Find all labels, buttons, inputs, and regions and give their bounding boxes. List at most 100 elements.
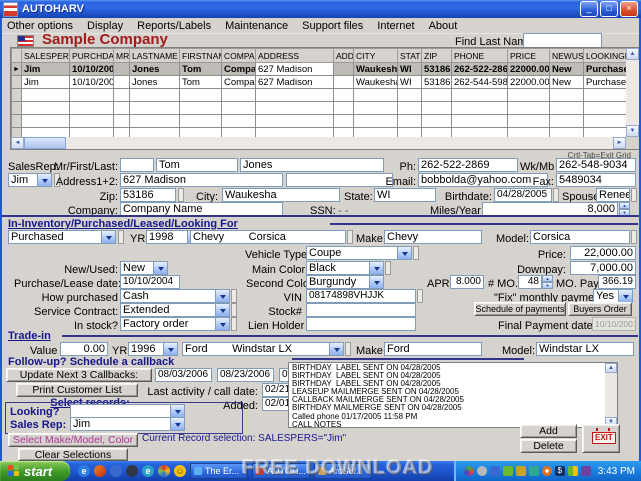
first-name-field[interactable]: Tom <box>156 158 238 172</box>
grid-cell[interactable] <box>180 89 222 102</box>
chevron-down-icon[interactable] <box>369 262 383 274</box>
field-handle[interactable] <box>385 261 391 275</box>
log-scrollbar[interactable]: ▲ ▼ <box>605 363 617 427</box>
chevron-down-icon[interactable] <box>329 343 343 355</box>
field-handle[interactable] <box>345 342 351 356</box>
field-handle[interactable] <box>118 230 124 244</box>
lien-holder-field[interactable] <box>306 317 416 331</box>
spouse-field[interactable]: Renee <box>596 188 630 202</box>
grid-cell[interactable]: WI <box>398 63 422 76</box>
grid-vscrollbar[interactable]: ▲ ▼ <box>626 48 639 137</box>
grid-cell[interactable]: Waukesha <box>354 63 398 76</box>
grid-cell[interactable] <box>130 115 180 128</box>
miles-stepper[interactable]: ▲▼ <box>619 202 630 216</box>
salesrep-select[interactable]: Jim <box>8 173 52 187</box>
tray-network-icon[interactable] <box>490 466 500 476</box>
tray-shield-icon[interactable] <box>529 466 539 476</box>
tray-volume-icon[interactable] <box>516 466 526 476</box>
grid-cell[interactable]: 53186 <box>422 63 452 76</box>
field-handle[interactable] <box>417 289 423 303</box>
secondcolor-select[interactable]: Burgundy <box>306 275 384 289</box>
callback-date-field[interactable]: 08/23/2006 <box>217 368 274 382</box>
grid-cell[interactable] <box>550 115 584 128</box>
grid-cell[interactable] <box>354 89 398 102</box>
scroll-up-icon[interactable]: ▲ <box>605 363 617 373</box>
grid-cell[interactable]: Company Name <box>222 63 256 76</box>
menu-item[interactable]: Internet <box>370 20 421 32</box>
update-callbacks-button[interactable]: Update Next 3 Callbacks: <box>6 368 152 382</box>
menu-item[interactable]: Support files <box>295 20 370 32</box>
grid-cell[interactable] <box>584 115 628 128</box>
folder-icon[interactable] <box>110 465 122 477</box>
grid-cell[interactable]: Jones <box>130 63 180 76</box>
field-handle[interactable] <box>553 188 559 202</box>
clear-selections-button[interactable]: Clear Selections <box>18 448 128 461</box>
taskbar-task-2[interactable]: AUTOH... <box>252 463 310 479</box>
grid-col-header[interactable]: ADDRESS <box>256 49 334 63</box>
grid-cell[interactable] <box>334 115 354 128</box>
grid-cell[interactable]: Jim <box>22 76 70 89</box>
taskbar-task-3[interactable]: ArcSof... <box>314 463 372 479</box>
tradein-year-select[interactable]: 1996 <box>128 342 178 356</box>
tray-dollar-icon[interactable]: $ <box>555 466 565 476</box>
in-stock-select[interactable]: Factory order <box>120 317 230 331</box>
tray-msn-icon[interactable] <box>464 466 474 476</box>
address2-field[interactable] <box>286 173 393 187</box>
close-button[interactable]: × <box>620 1 638 17</box>
exit-button[interactable]: EXIT <box>582 424 620 453</box>
tradein-make-field[interactable]: Ford <box>384 342 482 356</box>
log-line[interactable]: Called phone 01/17/2005 11:58 PM <box>292 413 614 421</box>
service-contract-select[interactable]: Extended <box>120 303 230 317</box>
address1-field[interactable]: 627 Madison <box>120 173 283 187</box>
explorer-icon[interactable]: e <box>142 465 154 477</box>
grid-cell[interactable]: 262-522-2869 <box>452 63 508 76</box>
grid-cell[interactable] <box>256 102 334 115</box>
months-field[interactable]: 48 <box>518 275 542 289</box>
buyers-order-button[interactable]: Buyers Order <box>568 302 632 316</box>
maincolor-select[interactable]: Black <box>306 261 384 275</box>
taskbar-task-1[interactable]: The Er... <box>190 463 248 479</box>
grid-cell[interactable]: Company Name <box>222 76 256 89</box>
pinwheel-icon[interactable] <box>158 465 170 477</box>
start-button[interactable]: start <box>0 461 70 481</box>
chevron-down-icon[interactable] <box>153 262 167 274</box>
grid-col-header[interactable]: STATE <box>398 49 422 63</box>
callback-date-field[interactable]: 08/03/2006 <box>155 368 212 382</box>
grid-cell[interactable] <box>354 102 398 115</box>
grid-cell[interactable] <box>508 115 550 128</box>
model-field[interactable]: Corsica <box>530 230 630 244</box>
tray-update-icon[interactable] <box>503 466 513 476</box>
callback-log[interactable]: BIRTHDAY LABEL SENT ON 04/28/2005BIRTHDA… <box>288 362 618 428</box>
menu-item[interactable]: Display <box>80 20 130 32</box>
grid-cell[interactable] <box>222 89 256 102</box>
delete-button[interactable]: Delete <box>520 439 577 453</box>
miles-field[interactable]: 8,000 <box>482 202 618 216</box>
grid-cell[interactable] <box>452 89 508 102</box>
grid-cell[interactable]: 627 Madison <box>256 63 334 76</box>
field-handle[interactable] <box>231 317 237 331</box>
status-select[interactable]: Purchased <box>8 230 116 244</box>
grid-col-header[interactable]: NEWUSED <box>550 49 584 63</box>
last-name-field[interactable]: Jones <box>240 158 384 172</box>
grid-cell[interactable] <box>550 102 584 115</box>
birthdate-field[interactable]: 04/28/2005 <box>494 188 552 202</box>
grid-cell[interactable]: 22000.00 <box>508 63 550 76</box>
grid-cell[interactable] <box>256 115 334 128</box>
state-field[interactable]: WI <box>374 188 436 202</box>
grid-cell[interactable] <box>180 102 222 115</box>
schedule-payments-button[interactable]: Schedule of payments <box>474 302 566 316</box>
phone-field[interactable]: 262-522-2869 <box>418 158 518 172</box>
tradein-makemodel-select[interactable]: Ford Windstar LX <box>182 342 344 356</box>
vin-field[interactable]: 08174898VHJJK <box>306 289 416 303</box>
grid-cell[interactable]: Tom <box>180 76 222 89</box>
company-field[interactable]: Company Name <box>120 202 283 216</box>
grid-cell[interactable] <box>130 89 180 102</box>
field-handle[interactable] <box>178 188 184 202</box>
grid-cell[interactable] <box>114 115 130 128</box>
grid-col-header[interactable]: PURCHDATE <box>70 49 114 63</box>
grid-cell[interactable] <box>334 89 354 102</box>
field-handle[interactable] <box>631 230 637 244</box>
grid-cell[interactable]: New <box>550 76 584 89</box>
grid-cell[interactable] <box>398 89 422 102</box>
grid-col-header[interactable]: LASTNAME▼ <box>130 49 180 63</box>
